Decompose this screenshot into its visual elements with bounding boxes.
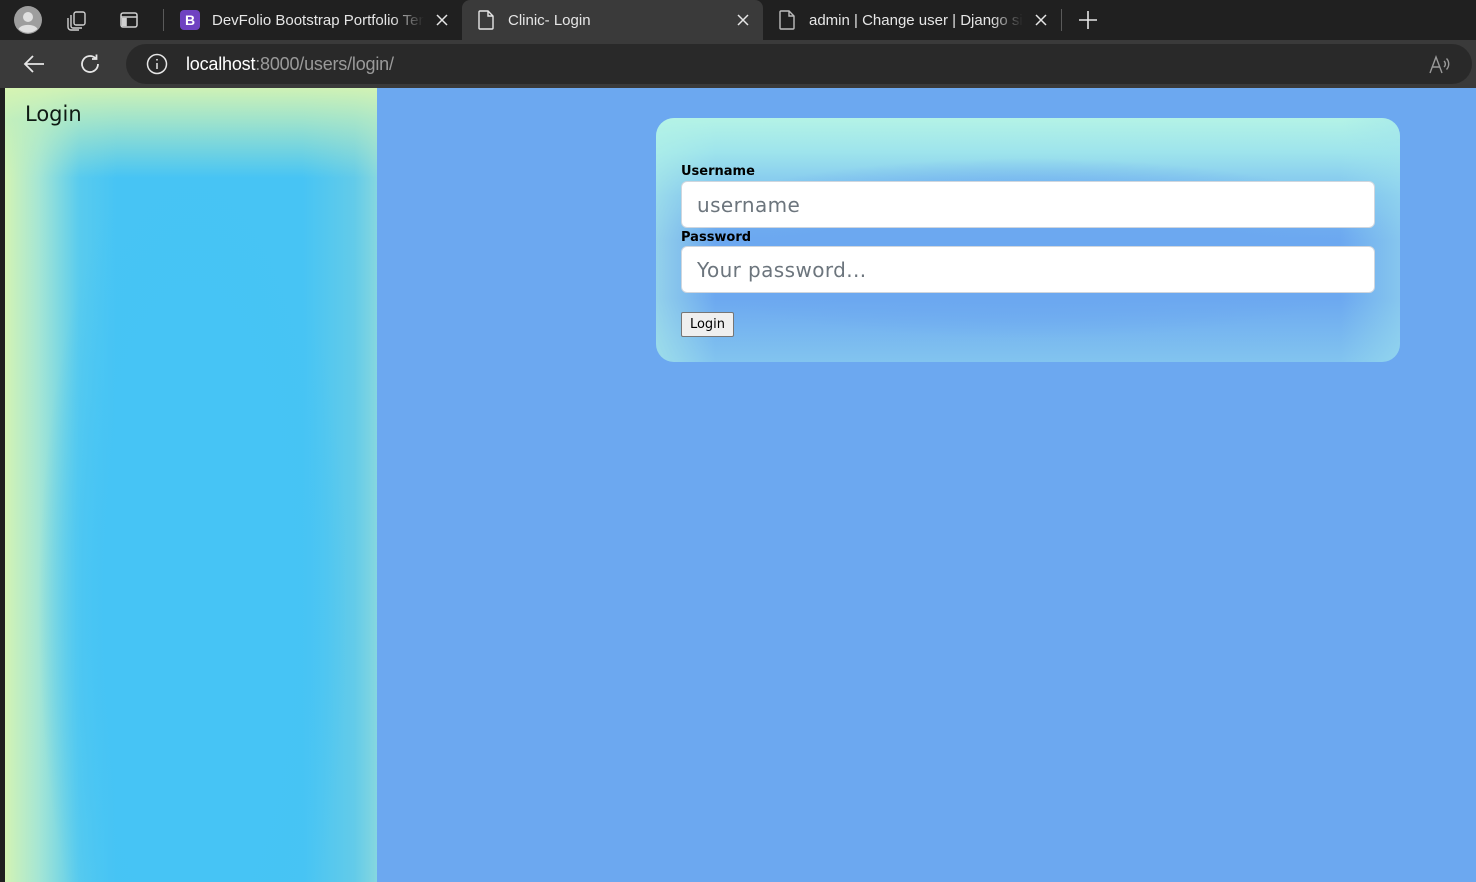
profile-avatar-icon[interactable] — [12, 4, 44, 36]
tab-clinic-login[interactable]: Clinic- Login — [462, 0, 763, 40]
sidebar: Login — [5, 88, 377, 882]
back-arrow-icon[interactable] — [18, 48, 50, 80]
url-text[interactable]: localhost:8000/users/login/ — [186, 54, 394, 75]
tab-separator — [1061, 9, 1062, 31]
tab-actions-icon[interactable] — [113, 4, 145, 36]
read-aloud-icon[interactable] — [1428, 53, 1452, 77]
close-icon[interactable] — [731, 8, 755, 32]
login-button[interactable]: Login — [681, 312, 734, 337]
tab-title: Clinic- Login — [508, 11, 591, 29]
tab-django-admin[interactable]: admin | Change user | Django site admin — [763, 0, 1061, 40]
password-label: Password — [681, 230, 752, 245]
tab-title: DevFolio Bootstrap Portfolio Template — [212, 11, 424, 29]
password-input[interactable]: Your password... — [681, 246, 1375, 293]
info-icon[interactable] — [146, 53, 168, 75]
url-host: localhost — [186, 53, 256, 74]
page-viewport: Login Username username Password Your pa… — [5, 88, 1476, 882]
username-label: Username — [681, 164, 755, 179]
tab-strip: B DevFolio Bootstrap Portfolio Template … — [0, 0, 1476, 40]
plus-icon[interactable] — [1072, 4, 1104, 36]
close-icon[interactable] — [1029, 8, 1053, 32]
browser-toolbar: localhost:8000/users/login/ — [0, 40, 1476, 88]
tab-separator — [163, 9, 164, 31]
url-path: :8000/users/login/ — [255, 53, 394, 74]
tab-title: admin | Change user | Django site admin — [809, 11, 1023, 29]
username-input[interactable]: username — [681, 181, 1375, 228]
page-icon — [476, 10, 496, 30]
tab-devfolio[interactable]: B DevFolio Bootstrap Portfolio Template — [166, 0, 462, 40]
address-bar[interactable]: localhost:8000/users/login/ — [126, 44, 1472, 84]
reload-icon[interactable] — [74, 48, 106, 80]
close-icon[interactable] — [430, 8, 454, 32]
workspaces-icon[interactable] — [61, 4, 93, 36]
page-icon — [777, 10, 797, 30]
sidebar-title: Login — [25, 102, 82, 126]
bootstrap-b-icon: B — [180, 10, 200, 30]
login-form: Username username Password Your password… — [656, 118, 1400, 362]
